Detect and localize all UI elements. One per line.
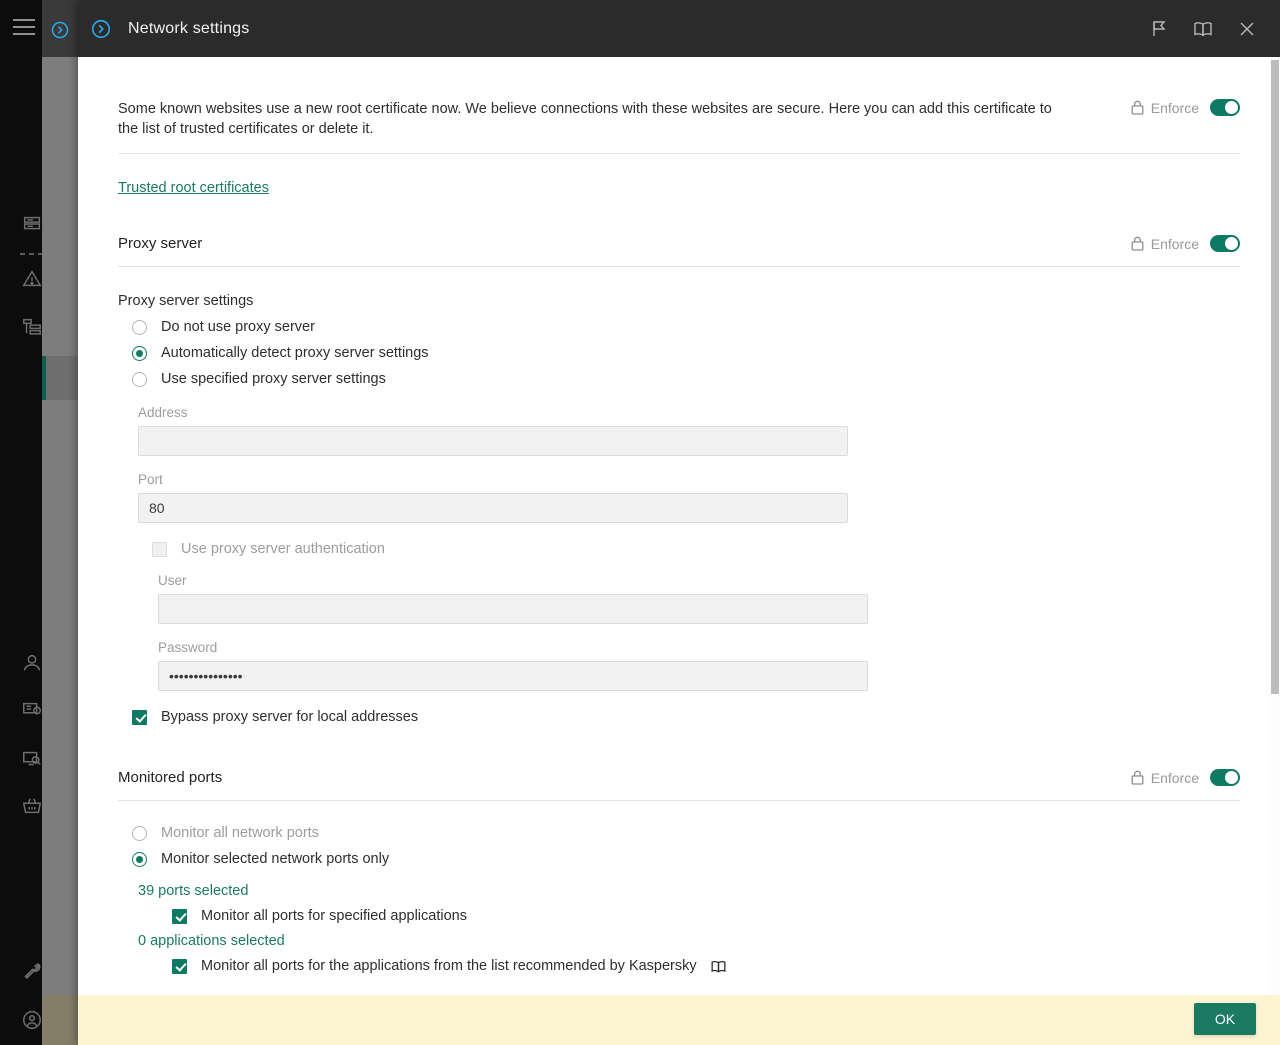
radio-label: Use specified proxy server settings: [161, 371, 386, 387]
checkbox-indicator: [172, 959, 187, 974]
close-icon[interactable]: [1234, 16, 1260, 42]
password-input[interactable]: •••••••••••••••: [158, 661, 868, 691]
os-sidebar: [0, 0, 42, 1045]
dialog-scroll-body: Some known websites use a new root certi…: [78, 57, 1280, 995]
enforce-toggle-certificate[interactable]: [1210, 99, 1240, 116]
monitored-ports-title: Monitored ports: [118, 769, 222, 786]
checkbox-indicator: [152, 542, 167, 557]
radio-indicator: [132, 320, 147, 335]
port-label: Port: [138, 472, 1240, 487]
circle-arrow-right-icon: [90, 18, 112, 40]
enforce-toggle-proxy[interactable]: [1210, 235, 1240, 252]
port-input[interactable]: 80: [138, 493, 848, 523]
checkbox-label: Monitor all ports for specified applicat…: [201, 908, 467, 924]
root-certificate-description: Some known websites use a new root certi…: [118, 99, 1053, 139]
password-label: Password: [158, 640, 1240, 655]
book-open-icon[interactable]: [711, 960, 726, 973]
radio-indicator: [132, 852, 147, 867]
radio-monitor-selected-ports[interactable]: Monitor selected network ports only: [118, 851, 1240, 867]
lock-icon: [1131, 236, 1144, 251]
dialog-title: Network settings: [128, 20, 249, 38]
radio-indicator: [132, 346, 147, 361]
radio-label: Monitor all network ports: [161, 825, 319, 841]
app-logo-icon: [50, 20, 70, 40]
radio-label: Automatically detect proxy server settin…: [161, 345, 429, 361]
flag-icon[interactable]: [1146, 16, 1172, 42]
background-app-panel: [42, 0, 78, 1045]
account-circle-icon[interactable]: [20, 1008, 44, 1032]
proxy-specified-fields: Address Port 80 Use proxy server authent…: [138, 405, 1240, 691]
scrollbar-thumb[interactable]: [1271, 60, 1279, 694]
enforce-toggle-monitored-ports[interactable]: [1210, 769, 1240, 786]
hamburger-menu-icon[interactable]: [13, 19, 35, 35]
proxy-server-section-header: Proxy server Enforce: [118, 235, 1240, 252]
checkbox-label: Bypass proxy server for local addresses: [161, 709, 418, 725]
network-settings-dialog: Network settings: [78, 0, 1280, 1045]
checkbox-monitor-specified-apps[interactable]: Monitor all ports for specified applicat…: [158, 908, 1240, 924]
root-certificate-block: Some known websites use a new root certi…: [118, 57, 1240, 139]
checkbox-monitor-recommended-apps[interactable]: Monitor all ports for the applications f…: [158, 958, 1240, 974]
user-input[interactable]: [158, 594, 868, 624]
radio-indicator: [132, 372, 147, 387]
radio-do-not-use-proxy[interactable]: Do not use proxy server: [118, 319, 1240, 335]
radio-indicator: [132, 826, 147, 841]
ports-selected-link[interactable]: 39 ports selected: [138, 883, 248, 899]
enforce-label: Enforce: [1151, 770, 1199, 786]
monitored-ports-details: 39 ports selected Monitor all ports for …: [138, 867, 1240, 974]
user-icon[interactable]: [20, 651, 44, 675]
book-icon[interactable]: [1190, 16, 1216, 42]
enforce-control-proxy: Enforce: [1119, 235, 1240, 252]
monitored-ports-section-header: Monitored ports Enforce: [118, 769, 1240, 786]
wrench-icon[interactable]: [20, 959, 44, 983]
checkbox-label: Monitor all ports for the applications f…: [201, 958, 697, 974]
lock-icon: [1131, 770, 1144, 785]
server-icon[interactable]: [20, 212, 44, 236]
enforce-control-certificate: Enforce: [1119, 99, 1240, 116]
checkbox-label: Use proxy server authentication: [181, 541, 385, 557]
user-label: User: [158, 573, 1240, 588]
address-label: Address: [138, 405, 1240, 420]
enforce-label: Enforce: [1151, 100, 1199, 116]
warning-triangle-icon[interactable]: [20, 267, 44, 291]
address-input[interactable]: [138, 426, 848, 456]
ok-button[interactable]: OK: [1194, 1003, 1256, 1035]
divider: [118, 800, 1240, 801]
enforce-control-monitored-ports: Enforce: [1119, 769, 1240, 786]
screen: Network settings: [0, 0, 1280, 1045]
radio-label: Do not use proxy server: [161, 319, 315, 335]
hierarchy-list-icon[interactable]: [20, 315, 44, 339]
checkbox-bypass-proxy-local[interactable]: Bypass proxy server for local addresses: [118, 709, 1240, 725]
checkbox-indicator: [172, 909, 187, 924]
dialog-titlebar: Network settings: [78, 0, 1280, 57]
radio-monitor-all-ports[interactable]: Monitor all network ports: [118, 825, 1240, 841]
settings-page: Some known websites use a new root certi…: [78, 57, 1280, 995]
checkbox-use-proxy-authentication[interactable]: Use proxy server authentication: [138, 541, 1240, 557]
radio-use-specified-proxy[interactable]: Use specified proxy server settings: [118, 371, 1240, 387]
lock-icon: [1131, 100, 1144, 115]
radio-auto-detect-proxy[interactable]: Automatically detect proxy server settin…: [118, 345, 1240, 361]
background-app-selected-row: [42, 356, 78, 400]
enforce-label: Enforce: [1151, 236, 1199, 252]
monitor-search-icon[interactable]: [20, 747, 44, 771]
basket-icon[interactable]: [20, 794, 44, 818]
divider-dashes: [20, 253, 44, 255]
monitor-settings-icon[interactable]: [20, 698, 44, 722]
vertical-scrollbar[interactable]: [1270, 57, 1280, 995]
checkbox-indicator: [132, 710, 147, 725]
titlebar-actions: [1146, 16, 1280, 42]
divider: [118, 266, 1240, 267]
proxy-server-title: Proxy server: [118, 235, 202, 252]
applications-selected-link[interactable]: 0 applications selected: [138, 933, 285, 949]
trusted-root-certificates-link[interactable]: Trusted root certificates: [118, 180, 269, 196]
background-app-footer: [42, 995, 78, 1045]
divider: [118, 153, 1240, 154]
dialog-footer: OK: [78, 995, 1280, 1045]
proxy-settings-group-label: Proxy server settings: [118, 293, 1240, 309]
radio-label: Monitor selected network ports only: [161, 851, 389, 867]
proxy-auth-fields: User Password •••••••••••••••: [158, 573, 1240, 691]
